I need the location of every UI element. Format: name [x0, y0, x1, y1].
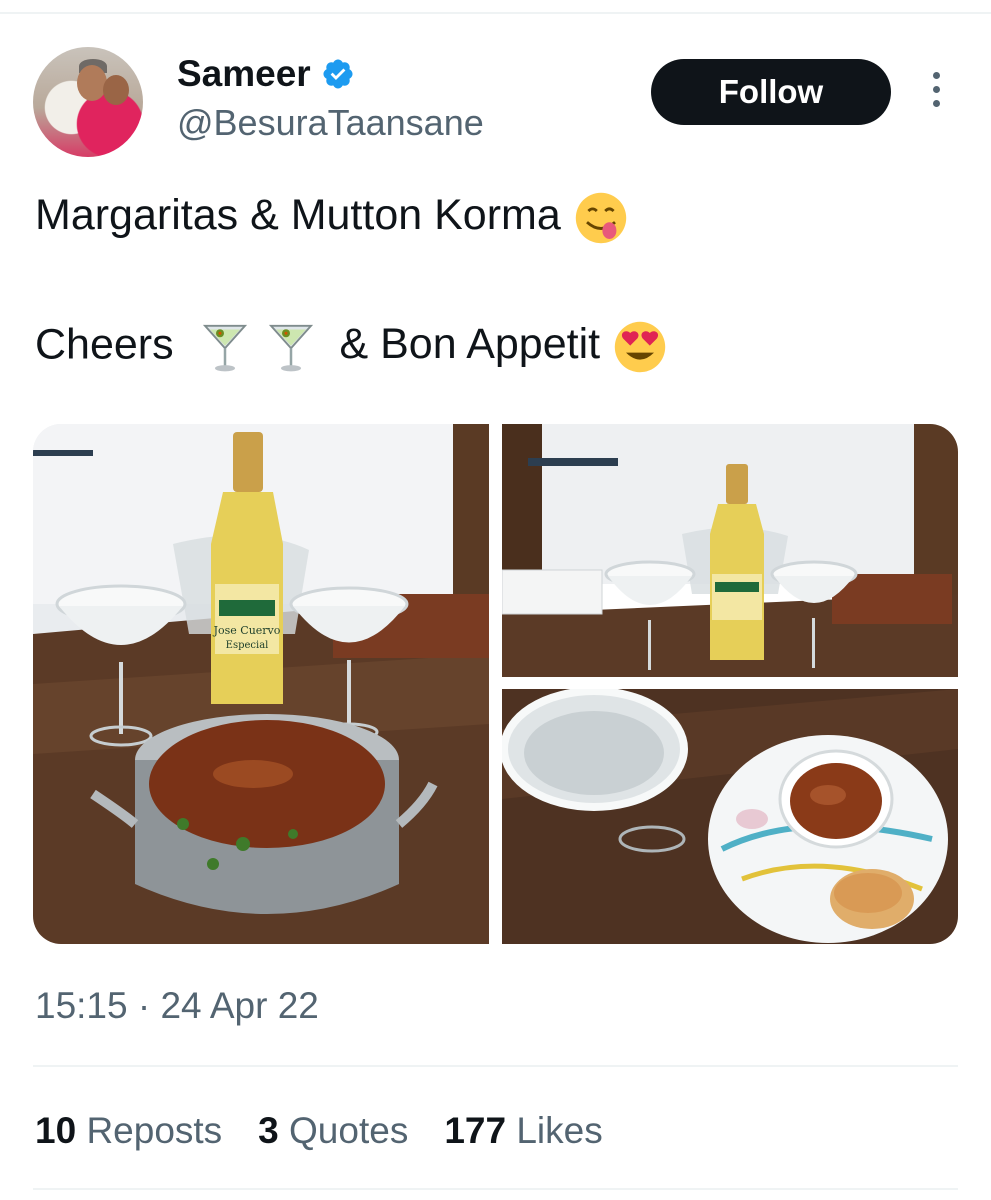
likes-label: Likes	[516, 1110, 603, 1151]
avatar[interactable]	[33, 47, 143, 157]
reposts-count: 10	[35, 1110, 77, 1151]
top-divider	[0, 12, 991, 14]
more-dot	[932, 86, 940, 93]
more-options-icon[interactable]	[928, 72, 944, 112]
divider	[33, 1065, 958, 1067]
more-dot	[932, 100, 940, 107]
tweet-text-line-2: Cheers & Bon Appetit	[35, 318, 668, 376]
author-handle[interactable]: @BesuraTaansane	[177, 103, 484, 143]
divider	[33, 1188, 958, 1190]
tweet-text: Cheers	[35, 320, 174, 369]
media-gap	[489, 424, 502, 944]
likes-stat[interactable]: 177 Likes	[444, 1108, 602, 1154]
tweet-text-line-1: Margaritas & Mutton Korma	[35, 189, 629, 246]
author-name[interactable]: Sameer	[177, 54, 311, 94]
quotes-count: 3	[258, 1110, 279, 1151]
quotes-stat[interactable]: 3 Quotes	[258, 1108, 408, 1154]
reposts-stat[interactable]: 10 Reposts	[35, 1108, 222, 1154]
svg-text:Jose Cuervo: Jose Cuervo	[213, 624, 281, 637]
media-photo-table-setting[interactable]	[502, 424, 958, 677]
follow-button[interactable]: Follow	[651, 59, 891, 125]
svg-text:Especial: Especial	[226, 640, 269, 651]
tweet-media-grid[interactable]: Jose Cuervo Especial	[33, 424, 958, 944]
media-gap	[502, 677, 958, 689]
verified-badge-icon[interactable]	[321, 57, 355, 91]
more-dot	[932, 72, 940, 79]
author-name-row: Sameer	[177, 54, 355, 94]
likes-count: 177	[444, 1110, 507, 1151]
heart-eyes-emoji-icon	[614, 321, 666, 373]
tweet-timestamp[interactable]: 15:15 · 24 Apr 22	[35, 984, 319, 1028]
tweet-page: Sameer @BesuraTaansane Follow Margaritas…	[0, 0, 991, 1200]
cocktail-glass-icon	[268, 324, 313, 372]
tweet-text: Margaritas & Mutton Korma	[35, 191, 561, 239]
tweet-stats: 10 Reposts 3 Quotes 177 Likes	[35, 1108, 639, 1154]
face-savoring-food-emoji-icon	[575, 192, 626, 243]
media-photo-margaritas-korma[interactable]: Jose Cuervo Especial	[33, 424, 489, 944]
avatar-face	[77, 65, 107, 101]
avatar-face-2	[103, 75, 129, 105]
media-photo-plate-and-glass[interactable]	[502, 689, 958, 944]
tweet-text: & Bon Appetit	[339, 320, 601, 369]
quotes-label: Quotes	[289, 1110, 409, 1151]
cocktail-glass-icon	[202, 324, 247, 372]
reposts-label: Reposts	[86, 1110, 223, 1151]
